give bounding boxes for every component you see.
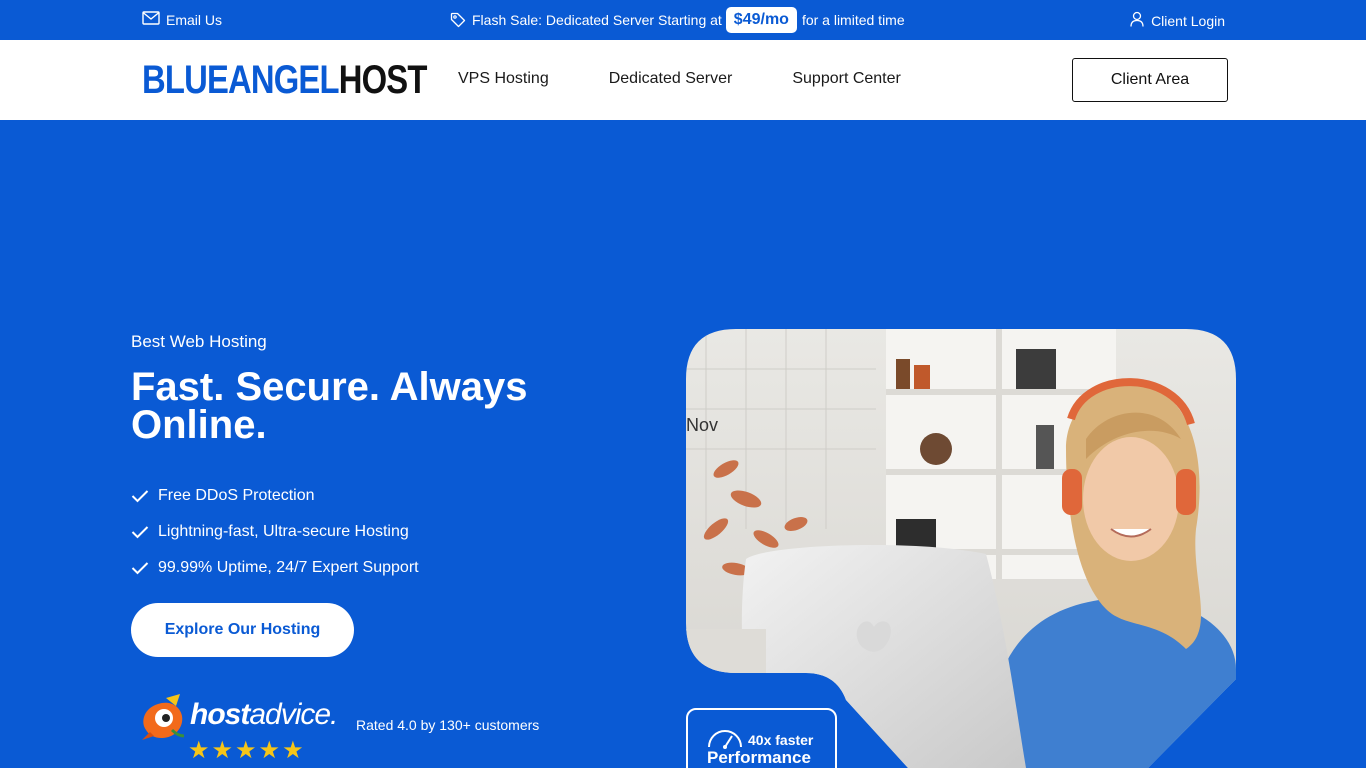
client-login-label: Client Login bbox=[1151, 12, 1225, 29]
email-us-label: Email Us bbox=[166, 11, 223, 28]
badge-top-text: 40x faster bbox=[748, 731, 814, 748]
price-tag-icon bbox=[450, 12, 466, 28]
feature-list: Free DDoS Protection Lightning-fast, Ult… bbox=[131, 478, 419, 586]
hero-eyebrow: Best Web Hosting bbox=[131, 332, 267, 351]
email-us-link[interactable]: Email Us bbox=[142, 11, 222, 28]
performance-badge: 40x faster Performance bbox=[686, 708, 837, 768]
logo-part-blue: BLUEANGEL bbox=[142, 58, 340, 102]
feature-item: Free DDoS Protection bbox=[131, 478, 419, 514]
check-icon bbox=[131, 489, 153, 503]
feature-item: Lightning-fast, Ultra-secure Hosting bbox=[131, 514, 419, 550]
main-nav: VPS Hosting Dedicated Server Support Cen… bbox=[458, 70, 961, 88]
main-header: BLUEANGELHOST VPS Hosting Dedicated Serv… bbox=[0, 40, 1366, 120]
explore-hosting-button[interactable]: Explore Our Hosting bbox=[131, 603, 354, 657]
flash-sale-banner: Flash Sale: Dedicated Server Starting at… bbox=[450, 6, 905, 34]
hostadvice-rating-badge[interactable]: hostadvice. ★★★★★ bbox=[136, 690, 341, 768]
hostadvice-mascot-icon bbox=[136, 692, 192, 749]
user-icon bbox=[1130, 11, 1144, 30]
logo-part-dark: HOST bbox=[338, 58, 428, 102]
svg-text:Nov: Nov bbox=[686, 415, 718, 435]
top-bar: Email Us Flash Sale: Dedicated Server St… bbox=[0, 0, 1366, 40]
feature-label: Lightning-fast, Ultra-secure Hosting bbox=[158, 523, 409, 540]
check-icon bbox=[131, 561, 153, 575]
promo-text: Flash Sale: Dedicated Server Starting at bbox=[472, 12, 722, 28]
feature-item: 99.99% Uptime, 24/7 Expert Support bbox=[131, 550, 419, 586]
feature-label: Free DDoS Protection bbox=[158, 487, 315, 504]
hero-headline: Fast. Secure. Always Online. bbox=[131, 365, 528, 447]
site-logo[interactable]: BLUEANGELHOST bbox=[142, 60, 427, 100]
client-login-link[interactable]: Client Login bbox=[1130, 11, 1225, 30]
star-rating-icons: ★★★★★ bbox=[188, 737, 306, 764]
client-area-button[interactable]: Client Area bbox=[1072, 58, 1228, 102]
nav-item-vps-hosting[interactable]: VPS Hosting bbox=[458, 70, 549, 88]
feature-label: 99.99% Uptime, 24/7 Expert Support bbox=[158, 559, 419, 576]
rating-text: Rated 4.0 by 130+ customers bbox=[356, 717, 540, 733]
envelope-icon bbox=[142, 11, 160, 28]
nav-item-support-center[interactable]: Support Center bbox=[792, 70, 901, 88]
hostadvice-wordmark: hostadvice. bbox=[190, 698, 338, 731]
promo-price-badge: $49/mo bbox=[725, 7, 797, 33]
hero-photo: Nov bbox=[686, 329, 1236, 768]
check-icon bbox=[131, 525, 153, 539]
nav-item-dedicated-server[interactable]: Dedicated Server bbox=[609, 70, 733, 88]
promo-suffix: for a limited time bbox=[801, 12, 905, 28]
badge-bottom-text: Performance bbox=[707, 748, 811, 767]
